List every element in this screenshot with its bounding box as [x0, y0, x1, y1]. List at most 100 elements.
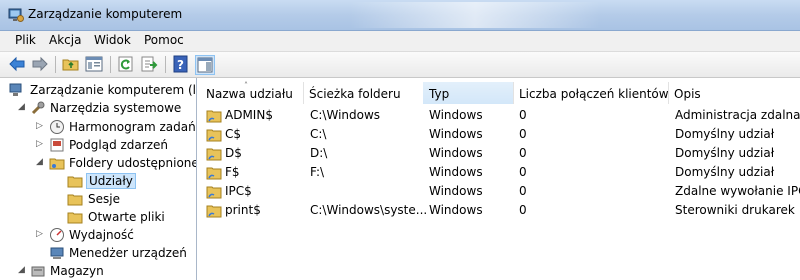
back-arrow-icon[interactable] [8, 55, 26, 73]
client-connections: 0 [519, 203, 527, 217]
title-bar-glare [350, 2, 600, 28]
collapse-icon[interactable]: ◢ [18, 266, 27, 275]
tree-item-harmonogram[interactable]: ▷ Harmonogram zadań [4, 118, 196, 136]
share-type: Windows [429, 184, 483, 198]
column-header-nazwa[interactable]: ˄ Nazwa udziału [200, 81, 304, 104]
shares-list: ˄ Nazwa udziału Ścieżka folderu Typ Licz… [200, 78, 800, 280]
column-header-liczba-polaczen[interactable]: Liczba połączeń klientów [513, 82, 669, 104]
client-connections: 0 [519, 165, 527, 179]
menu-plik[interactable]: Plik [13, 33, 38, 47]
table-row[interactable]: F$ F:\ Windows 0 Domyślny udział [200, 163, 800, 182]
tree-item-label: Otwarte pliki [88, 210, 165, 224]
column-header-typ[interactable]: Typ [423, 82, 514, 104]
performance-icon [50, 228, 64, 242]
svg-text:?: ? [177, 58, 184, 72]
tree-item-wydajnosc[interactable]: ▷ Wydajność [4, 226, 196, 244]
shared-folder-icon [206, 186, 222, 199]
show-hide-tree-icon[interactable] [85, 55, 103, 73]
device-manager-icon [50, 247, 64, 259]
toolbar: ? [0, 52, 800, 78]
tree-item-menedzer-urzadzen[interactable]: Menedżer urządzeń [4, 244, 196, 262]
folder-icon [67, 194, 83, 206]
show-hide-action-pane-icon[interactable] [195, 55, 215, 75]
share-name: C$ [225, 127, 242, 141]
column-label: Liczba połączeń klientów [519, 87, 669, 101]
expand-icon[interactable]: ▷ [36, 122, 45, 131]
menu-bar: Plik Akcja Widok Pomoc [0, 31, 800, 52]
shared-folder-icon [206, 129, 222, 142]
collapse-icon[interactable]: ◢ [36, 158, 45, 167]
tree-item-sesje[interactable]: Sesje [4, 190, 196, 208]
console-tree: Zarządzanie komputerem (loka ◢ Narzędzia… [0, 78, 197, 280]
share-name: print$ [225, 203, 261, 217]
share-description: Zdalne wywołanie IPC [675, 184, 800, 198]
refresh-icon[interactable] [117, 55, 135, 73]
tree-root[interactable]: Zarządzanie komputerem (loka [4, 81, 196, 99]
tree-item-magazyn[interactable]: ◢ Magazyn [4, 262, 196, 280]
client-connections: 0 [519, 184, 527, 198]
tree-item-foldery-udostepnione[interactable]: ◢ Foldery udostępnione [4, 154, 197, 172]
folder-path: C:\ [310, 127, 327, 141]
toolbar-separator [165, 56, 166, 73]
tree-item-label: Menedżer urządzeń [69, 246, 187, 260]
shared-folder-icon [49, 158, 65, 170]
tree-item-label: Foldery udostępnione [69, 156, 197, 170]
share-description: Sterowniki drukarek [675, 203, 795, 217]
menu-pomoc[interactable]: Pomoc [142, 33, 186, 47]
folder-path: D:\ [310, 146, 328, 160]
toolbar-separator [55, 56, 56, 73]
table-row[interactable]: C$ C:\ Windows 0 Domyślny udział [200, 125, 800, 144]
collapse-icon[interactable]: ◢ [18, 103, 27, 112]
shared-folder-icon [206, 167, 222, 180]
tree-item-podglad-zdarzen[interactable]: ▷ Podgląd zdarzeń [4, 136, 196, 154]
event-viewer-icon [50, 138, 64, 152]
tree-item-label: Udziały [86, 173, 136, 189]
column-label: Opis [674, 87, 701, 101]
share-type: Windows [429, 146, 483, 160]
tree-item-label: Narzędzia systemowe [50, 101, 182, 115]
forward-arrow-icon[interactable] [31, 55, 49, 73]
tree-item-udzialy[interactable]: Udziały [4, 172, 196, 190]
table-row[interactable]: print$ C:\Windows\syste... Windows 0 Ste… [200, 201, 800, 220]
column-header-sciezka[interactable]: Ścieżka folderu [303, 82, 424, 104]
shared-folder-icon [206, 205, 222, 218]
table-row[interactable]: D$ D:\ Windows 0 Domyślny udział [200, 144, 800, 163]
shared-folder-icon [206, 110, 222, 123]
share-description: Domyślny udział [675, 146, 775, 160]
tree-item-label: Podgląd zdarzeń [69, 138, 168, 152]
computer-management-icon [9, 83, 22, 96]
tree-item-otwarte-pliki[interactable]: Otwarte pliki [4, 208, 196, 226]
tree-item-label: Magazyn [50, 264, 104, 278]
menu-akcja[interactable]: Akcja [47, 33, 83, 47]
tree-item-narzedzia-systemowe[interactable]: ◢ Narzędzia systemowe [4, 99, 196, 117]
column-label: Nazwa udziału [206, 87, 293, 101]
column-label: Ścieżka folderu [309, 87, 401, 101]
toolbar-separator [110, 56, 111, 73]
share-type: Windows [429, 108, 483, 122]
share-type: Windows [429, 127, 483, 141]
share-description: Domyślny udział [675, 127, 775, 141]
export-list-icon[interactable] [140, 55, 158, 73]
share-description: Domyślny udział [675, 165, 775, 179]
help-icon[interactable]: ? [172, 55, 190, 73]
share-type: Windows [429, 165, 483, 179]
storage-icon [31, 266, 45, 277]
tree-item-label: Sesje [88, 192, 120, 206]
share-name: ADMIN$ [225, 108, 273, 122]
table-row[interactable]: IPC$ Windows 0 Zdalne wywołanie IPC [200, 182, 800, 201]
tree-item-label: Harmonogram zadań [69, 120, 196, 134]
share-type: Windows [429, 203, 483, 217]
column-header-opis[interactable]: Opis [668, 82, 800, 104]
menu-widok[interactable]: Widok [92, 33, 133, 47]
column-label: Typ [429, 87, 450, 101]
up-folder-icon[interactable] [62, 55, 80, 73]
expand-icon[interactable]: ▷ [36, 230, 45, 239]
client-connections: 0 [519, 146, 527, 160]
computer-management-icon [8, 8, 24, 22]
share-name: F$ [225, 165, 240, 179]
title-bar: Zarządzanie komputerem [0, 0, 800, 31]
table-row[interactable]: ADMIN$ C:\Windows Windows 0 Administracj… [200, 106, 800, 125]
client-connections: 0 [519, 127, 527, 141]
expand-icon[interactable]: ▷ [36, 140, 45, 149]
list-header: ˄ Nazwa udziału Ścieżka folderu Typ Licz… [200, 81, 800, 104]
